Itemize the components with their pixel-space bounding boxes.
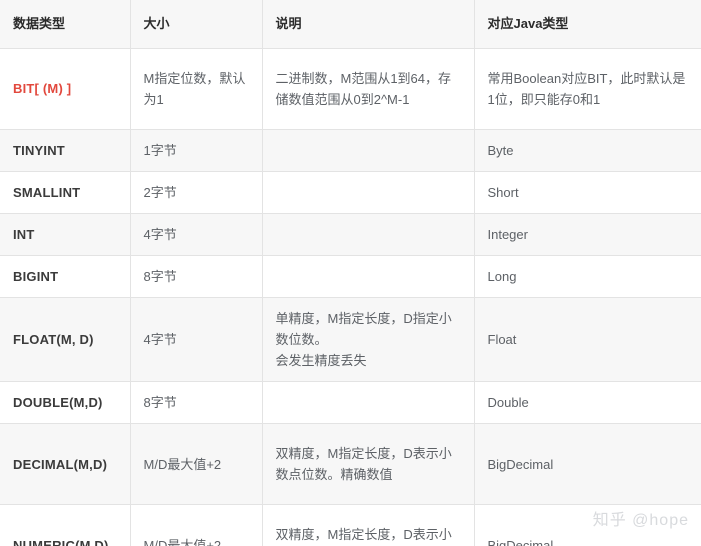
column-header-size: 大小: [129, 0, 263, 49]
cell-size: M指定位数，默认为1: [129, 48, 263, 130]
cell-data-type: BIGINT: [0, 255, 131, 299]
table-row: NUMERIC(M,D)M/D最大值+2双精度，M指定长度，D表示小数点位数。精…: [0, 504, 701, 546]
table-row: BIT[ (M) ] M指定位数，默认为1 二进制数，M范围从1到64，存储数值范围…: [0, 48, 701, 130]
cell-data-type: DECIMAL(M,D): [0, 423, 131, 506]
cell-data-type: BIT[ (M) ]: [0, 48, 131, 130]
cell-data-type: NUMERIC(M,D): [0, 504, 131, 546]
cell-description: 单精度，M指定长度，D指定小数位数。会发生精度丢失: [261, 297, 475, 383]
cell-size: M/D最大值+2: [129, 504, 263, 546]
cell-description: 二进制数，M范围从1到64，存储数值范围从0到2^M-1: [261, 48, 475, 130]
table-row: FLOAT(M, D) 4字节 单精度，M指定长度，D指定小数位数。 会发生精度丢失 F…: [0, 297, 701, 383]
cell-description: 双精度，M指定长度，D表示小数点位数。精确数值: [261, 504, 475, 546]
table-row: DECIMAL(M,D) M/D最大值+2 双精度，M指定长度，D表示小数点位数。精…: [0, 423, 701, 506]
cell-size: 4字节: [129, 213, 263, 257]
cell-description: [261, 255, 475, 299]
cell-data-type: FLOAT(M, D): [0, 297, 131, 383]
table-body: BIT[ (M) ] M指定位数，默认为1 二进制数，M范围从1到64，存储数值范围…: [0, 48, 701, 546]
cell-description: [261, 129, 475, 173]
mysql-data-types-table: 数据类型 大小 说明 对应Java类型 BIT[ (M) ] M指定位数，默认为1…: [0, 0, 701, 546]
cell-description: [261, 381, 475, 425]
description-line: 单精度，M指定长度，D指定小数位数。: [275, 311, 452, 348]
cell-description: [261, 171, 475, 215]
column-header-data-type: 数据类型: [0, 0, 131, 49]
table-header-row: 数据类型 大小 说明 对应Java类型: [0, 0, 701, 49]
column-header-description: 说明: [261, 0, 475, 49]
cell-data-type: SMALLINT: [0, 171, 131, 215]
cell-size: 4字节: [129, 297, 263, 383]
cell-data-type: TINYINT: [0, 129, 131, 173]
cell-java-type: Byte: [473, 129, 701, 173]
cell-description: 双精度，M指定长度，D表示小数点位数。精确数值: [261, 423, 475, 506]
table-row: DOUBLE(M,D) 8字节 Double: [0, 381, 701, 425]
cell-java-type: BigDecimal: [473, 504, 701, 546]
cell-size: 2字节: [129, 171, 263, 215]
cell-java-type: 常用Boolean对应BIT，此时默认是1位，即只能存0和1: [473, 48, 701, 130]
table-row: TINYINT 1字节 Byte: [0, 129, 701, 173]
cell-size: 1字节: [129, 129, 263, 173]
cell-data-type: DOUBLE(M,D): [0, 381, 131, 425]
table-header: 数据类型 大小 说明 对应Java类型: [0, 0, 701, 49]
cell-java-type: Long: [473, 255, 701, 299]
table-row: SMALLINT 2字节 Short: [0, 171, 701, 215]
cell-java-type: Short: [473, 171, 701, 215]
cell-java-type: Integer: [473, 213, 701, 257]
cell-java-type: Double: [473, 381, 701, 425]
table-row: BIGINT 8字节 Long: [0, 255, 701, 299]
cell-size: 8字节: [129, 381, 263, 425]
cell-description: [261, 213, 475, 257]
cell-size: M/D最大值+2: [129, 423, 263, 506]
column-header-java-type: 对应Java类型: [473, 0, 701, 49]
cell-size: 8字节: [129, 255, 263, 299]
cell-java-type: BigDecimal: [473, 423, 701, 506]
cell-data-type: INT: [0, 213, 131, 257]
description-line: 会发生精度丢失: [275, 353, 367, 369]
data-types-table-container: 数据类型 大小 说明 对应Java类型 BIT[ (M) ] M指定位数，默认为1…: [0, 0, 701, 546]
table-row: INT 4字节 Integer: [0, 213, 701, 257]
cell-java-type: Float: [473, 297, 701, 383]
